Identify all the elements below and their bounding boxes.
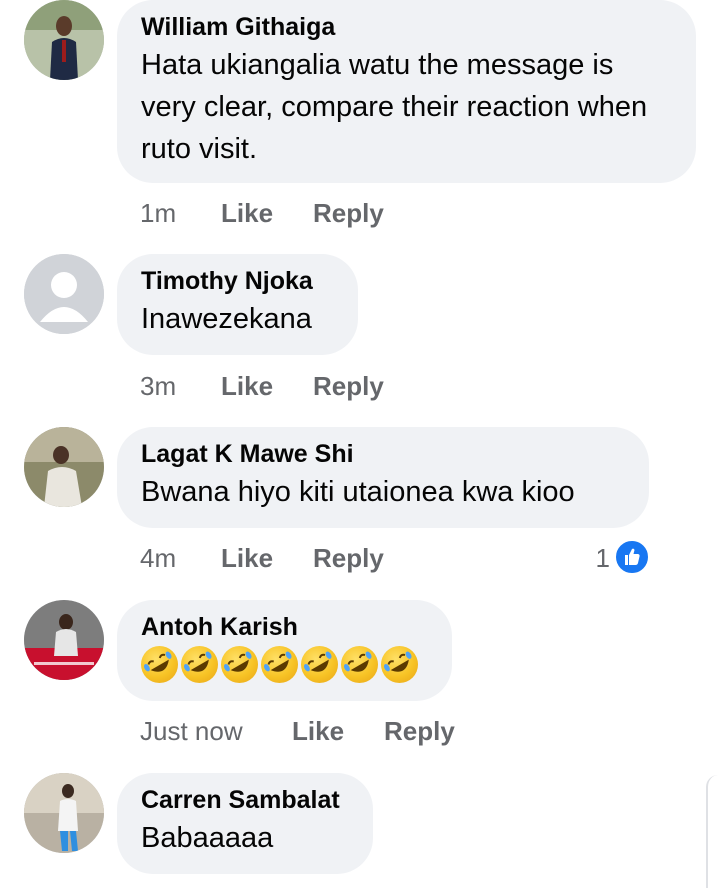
thumbs-up-icon: [625, 548, 640, 565]
profile-photo-icon: [24, 427, 104, 507]
default-avatar-icon: [24, 254, 104, 334]
comment-bubble: Carren Sambalat Babaaaaa: [117, 773, 373, 874]
rolling-on-floor-laughing-emoji-icon: [141, 645, 178, 683]
profile-photo-icon: [24, 773, 104, 853]
comment-timestamp[interactable]: Just now: [140, 711, 243, 751]
comment-timestamp[interactable]: 1m: [140, 193, 176, 233]
reply-button[interactable]: Reply: [313, 193, 384, 233]
comment-bubble: Antoh Karish: [117, 600, 452, 701]
reaction-count[interactable]: 1: [596, 538, 610, 578]
comment-bubble: William Githaiga Hata ukiangalia watu th…: [117, 0, 696, 183]
comment-text: Babaaaaa: [141, 822, 274, 854]
rolling-on-floor-laughing-emoji-icon: [181, 645, 218, 683]
reply-button[interactable]: Reply: [313, 538, 384, 578]
comment-text: Bwana hiyo kiti utaionea kwa kioo: [141, 476, 575, 508]
comment-actions: Just now Like Reply: [140, 711, 700, 751]
like-button[interactable]: Like: [221, 193, 273, 233]
avatar[interactable]: [24, 254, 104, 334]
reply-button[interactable]: Reply: [384, 711, 455, 751]
comment-author[interactable]: Antoh Karish: [141, 610, 428, 644]
like-button[interactable]: Like: [292, 711, 344, 751]
comment-author[interactable]: Lagat K Mawe Shi: [141, 437, 625, 471]
reply-button[interactable]: Reply: [313, 366, 384, 406]
comment-timestamp[interactable]: 4m: [140, 538, 176, 578]
comment-text: Inawezekana: [141, 303, 312, 335]
avatar[interactable]: [24, 600, 104, 680]
avatar[interactable]: [24, 0, 104, 80]
avatar[interactable]: [24, 773, 104, 853]
comment-text: Hata ukiangalia watu the message is very…: [141, 49, 648, 165]
like-button[interactable]: Like: [221, 366, 273, 406]
comment-bubble: Lagat K Mawe Shi Bwana hiyo kiti utaione…: [117, 427, 649, 528]
rolling-on-floor-laughing-emoji-icon: [301, 645, 338, 683]
profile-photo-icon: [24, 600, 104, 680]
emoji-row: [141, 644, 428, 684]
scroll-edge: [706, 775, 720, 888]
comment-actions: 1m Like Reply: [140, 193, 700, 233]
avatar[interactable]: [24, 427, 104, 507]
profile-photo-icon: [24, 0, 104, 80]
like-thumbs-up-icon[interactable]: [614, 539, 650, 575]
comment-bubble: Timothy Njoka Inawezekana: [117, 254, 358, 355]
comment-author[interactable]: William Githaiga: [141, 10, 672, 44]
rolling-on-floor-laughing-emoji-icon: [221, 645, 258, 683]
comment-actions: 3m Like Reply: [140, 366, 700, 406]
rolling-on-floor-laughing-emoji-icon: [381, 645, 418, 683]
rolling-on-floor-laughing-emoji-icon: [261, 645, 298, 683]
comment-timestamp[interactable]: 3m: [140, 366, 176, 406]
comment-author[interactable]: Carren Sambalat: [141, 783, 349, 817]
like-button[interactable]: Like: [221, 538, 273, 578]
comment-author[interactable]: Timothy Njoka: [141, 264, 334, 298]
rolling-on-floor-laughing-emoji-icon: [341, 645, 378, 683]
